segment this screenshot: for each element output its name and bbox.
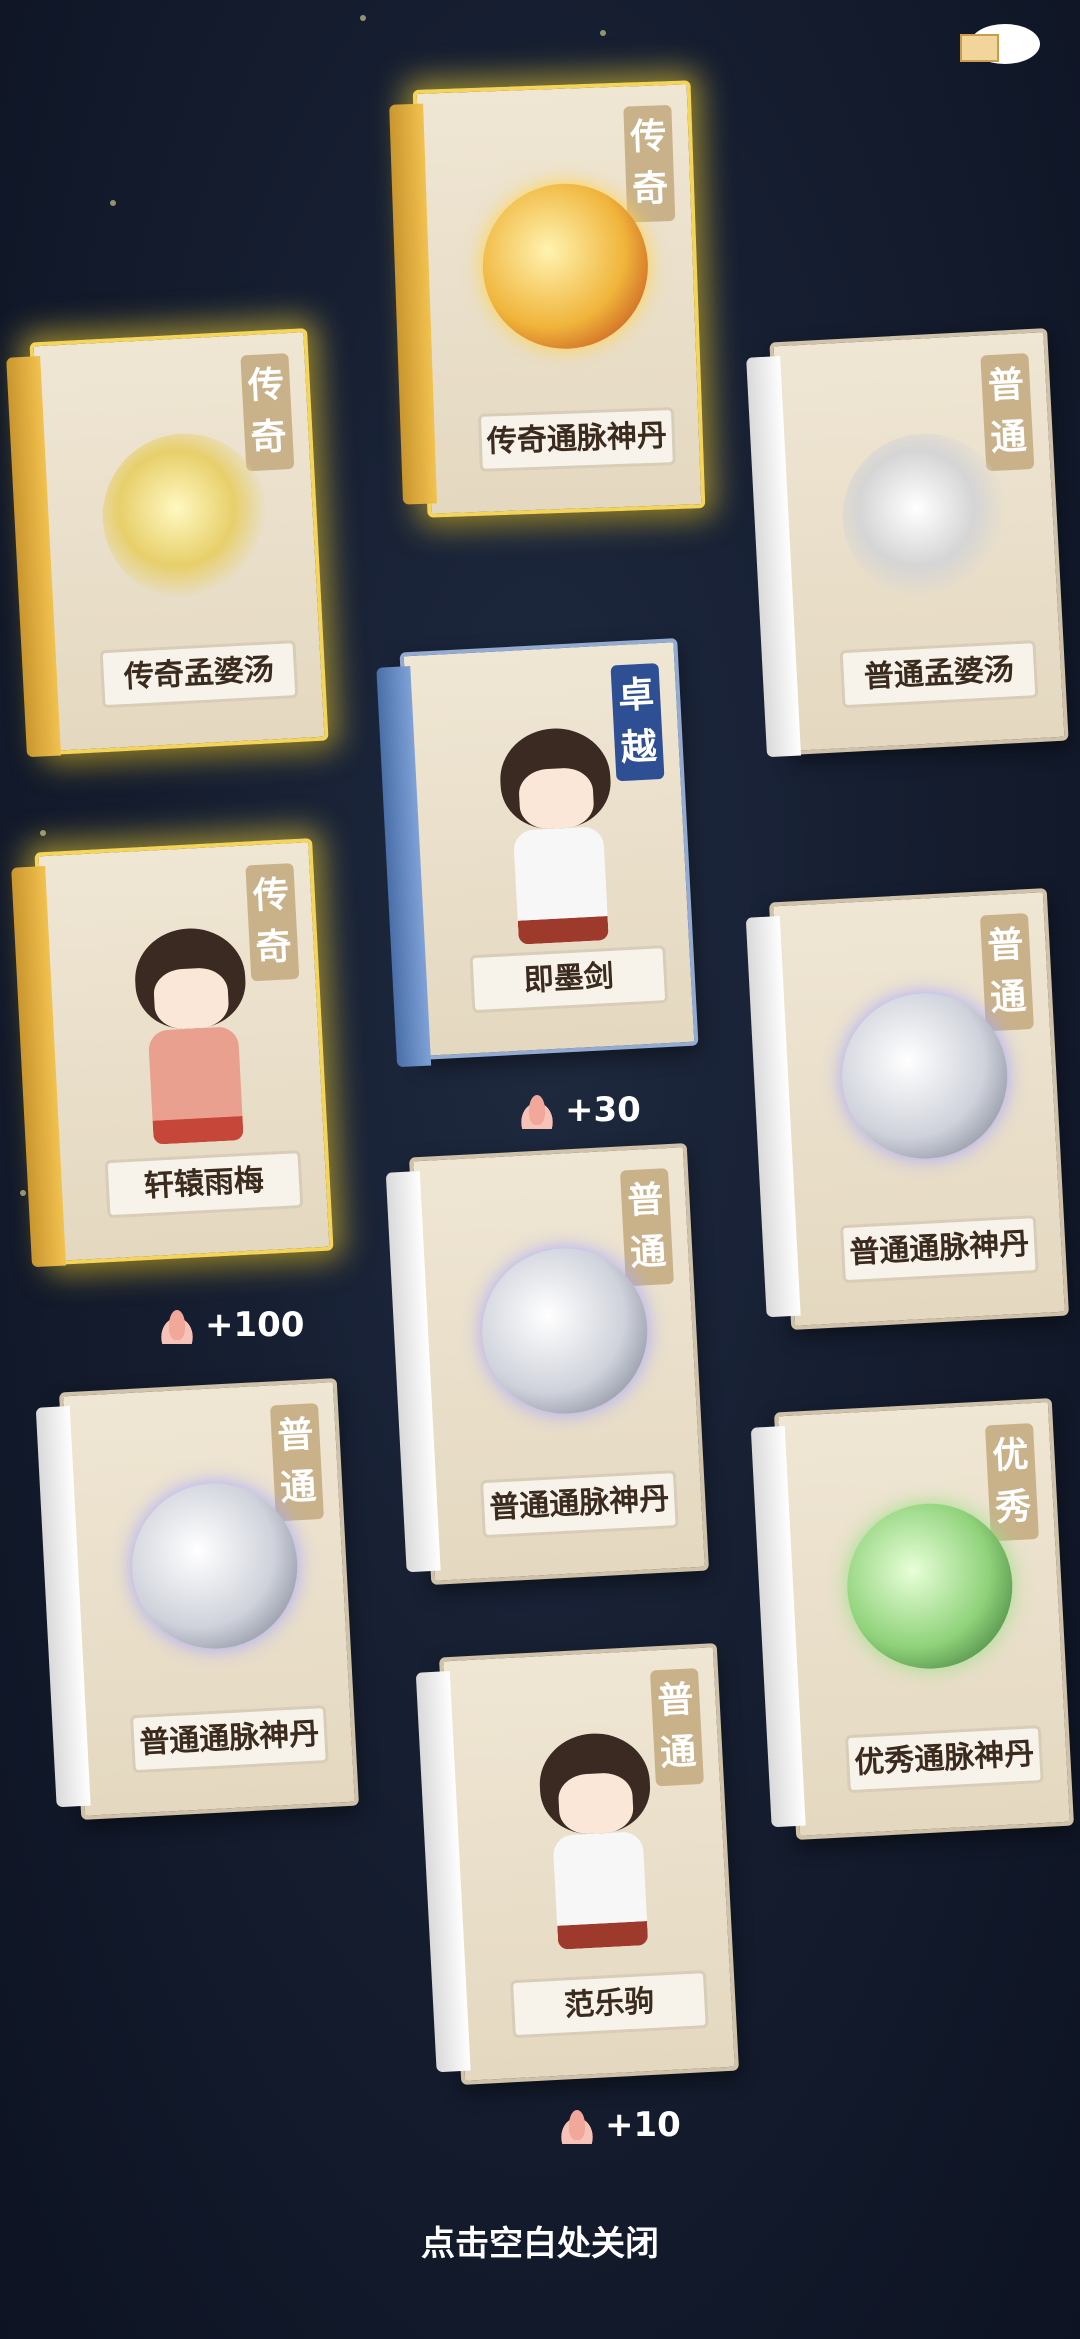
card-name: 普通通脉神丹 [479, 1470, 679, 1539]
card-item[interactable]: 卓越 即墨剑 [376, 638, 699, 1068]
messenger-bird-icon[interactable] [950, 14, 1050, 74]
star-decoration [360, 15, 366, 21]
card-spine [389, 103, 438, 505]
card-item[interactable]: 普通 普通通脉神丹 [35, 1378, 360, 1820]
close-hint-text[interactable]: 点击空白处关闭 [0, 2216, 1080, 2265]
card-item[interactable]: 传奇 轩辕雨梅 [11, 838, 334, 1268]
bonus-value: +30 [565, 1090, 641, 1130]
card-item[interactable]: 普通 普通通脉神丹 [385, 1143, 710, 1585]
rank-badge: 普通 [979, 913, 1034, 1032]
star-decoration [600, 30, 606, 36]
character-portrait [478, 725, 638, 945]
card-spine [415, 1671, 471, 2073]
card-spine [745, 916, 801, 1318]
bonus-reward: +10 [555, 2105, 681, 2145]
star-decoration [40, 830, 46, 836]
bonus-value: +10 [605, 2105, 681, 2145]
card-item[interactable]: 传奇 传奇孟婆汤 [6, 328, 329, 758]
card-item[interactable]: 普通 范乐驹 [415, 1643, 740, 2085]
gacha-result-screen[interactable]: { "cards": [ {"rank": ["传","奇"], "name":… [0, 0, 1080, 2339]
card-spine [6, 356, 62, 758]
card-name: 普通通脉神丹 [129, 1705, 329, 1774]
card-name: 传奇孟婆汤 [99, 640, 299, 709]
rank-badge: 传奇 [623, 104, 676, 223]
card-item[interactable]: 普通 普通孟婆汤 [746, 328, 1069, 758]
rank-badge: 普通 [269, 1403, 324, 1522]
star-decoration [20, 1190, 26, 1196]
card-item[interactable]: 普通 普通通脉神丹 [745, 888, 1070, 1330]
card-name: 即墨剑 [469, 945, 669, 1014]
card-name: 普通孟婆汤 [839, 640, 1039, 709]
card-spine [750, 1426, 806, 1828]
card-name: 优秀通脉神丹 [844, 1725, 1044, 1794]
card-item[interactable]: 优秀 优秀通脉神丹 [750, 1398, 1075, 1840]
lotus-icon [515, 1094, 559, 1129]
character-portrait [113, 925, 273, 1145]
card-name: 范乐驹 [509, 1970, 709, 2039]
card-name: 轩辕雨梅 [104, 1150, 304, 1219]
card-spine [35, 1406, 91, 1808]
bonus-value: +100 [205, 1305, 305, 1345]
card-name: 传奇通脉神丹 [477, 407, 676, 472]
lotus-icon [155, 1309, 199, 1344]
star-decoration [110, 200, 116, 206]
rank-badge: 传奇 [240, 353, 295, 472]
bonus-reward: +30 [515, 1090, 641, 1130]
card-spine [11, 866, 67, 1268]
card-spine [376, 666, 432, 1068]
card-name: 普通通脉神丹 [839, 1215, 1039, 1284]
card-spine [746, 356, 802, 758]
lotus-icon [555, 2109, 599, 2144]
character-portrait [517, 1730, 677, 1950]
rank-badge: 优秀 [984, 1423, 1039, 1542]
card-spine [385, 1171, 441, 1573]
rank-badge: 普通 [619, 1168, 674, 1287]
rank-badge: 普通 [980, 353, 1035, 472]
orb-icon [480, 180, 651, 352]
card-item[interactable]: 传奇 传奇通脉神丹 [389, 80, 706, 518]
bonus-reward: +100 [155, 1305, 304, 1345]
